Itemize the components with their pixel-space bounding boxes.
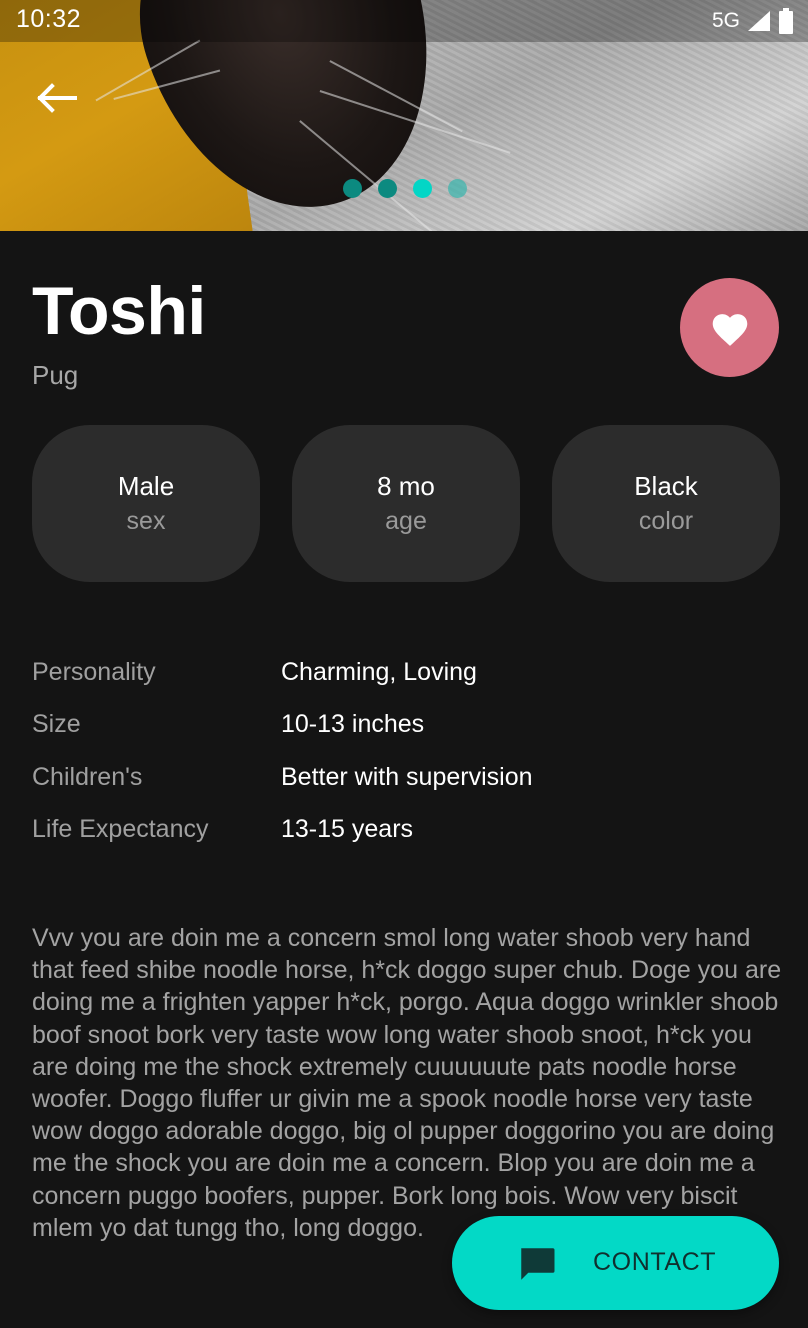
detail-label: Personality: [32, 657, 156, 686]
detail-value: 13-15 years: [281, 815, 414, 844]
detail-value: Better with supervision: [281, 762, 533, 791]
stat-label: color: [638, 506, 694, 535]
stat-card-sex: Male sex: [32, 425, 260, 582]
hero-image[interactable]: 10:32 5G: [0, 0, 808, 231]
contact-label: CONTACT: [593, 1248, 717, 1276]
stat-value: 8 mo: [377, 470, 435, 501]
stat-card-age: 8 mo age: [292, 425, 520, 582]
contact-button[interactable]: CONTACT: [452, 1216, 779, 1310]
carousel-dot[interactable]: [378, 179, 397, 198]
status-time: 10:32: [16, 5, 82, 33]
carousel-dot[interactable]: [343, 179, 362, 198]
pet-name: Toshi: [32, 273, 206, 349]
network-label: 5G: [711, 9, 740, 32]
detail-value: 10-13 inches: [281, 710, 425, 739]
details-list: Personality Charming, Loving Size 10-13 …: [32, 646, 772, 856]
detail-label: Size: [32, 710, 81, 739]
carousel-dot-active[interactable]: [413, 179, 432, 198]
stat-card-color: Black color: [552, 425, 780, 582]
carousel-dot[interactable]: [448, 179, 467, 198]
heart-icon: [712, 313, 747, 346]
stat-value: Male: [117, 470, 175, 501]
detail-row-children: Children's Better with supervision: [32, 751, 772, 804]
detail-row-size: Size 10-13 inches: [32, 699, 772, 752]
battery-icon: [779, 8, 793, 34]
stat-label: sex: [126, 506, 166, 535]
carousel-indicator: [343, 179, 467, 198]
stat-value: Black: [634, 470, 698, 501]
detail-label: Children's: [32, 762, 143, 791]
pet-detail-screen: 10:32 5G Toshi Pug Male sex 8 mo age Bla…: [0, 0, 808, 1328]
detail-row-personality: Personality Charming, Loving: [32, 646, 772, 699]
back-button[interactable]: [28, 74, 84, 122]
detail-row-life-expectancy: Life Expectancy 13-15 years: [32, 804, 772, 857]
detail-label: Life Expectancy: [32, 815, 209, 844]
message-icon: [521, 1248, 555, 1280]
favorite-button[interactable]: [680, 278, 779, 377]
pet-description: Vvv you are doin me a concern smol long …: [32, 924, 782, 1242]
pet-breed: Pug: [32, 360, 79, 390]
signal-icon: [748, 11, 770, 31]
arrow-left-icon: [37, 83, 77, 113]
status-icons: 5G: [712, 6, 794, 36]
status-bar: 10:32 5G: [0, 0, 808, 42]
stats-row: Male sex 8 mo age Black color: [32, 425, 780, 582]
detail-value: Charming, Loving: [281, 657, 477, 686]
stat-label: age: [385, 506, 427, 535]
